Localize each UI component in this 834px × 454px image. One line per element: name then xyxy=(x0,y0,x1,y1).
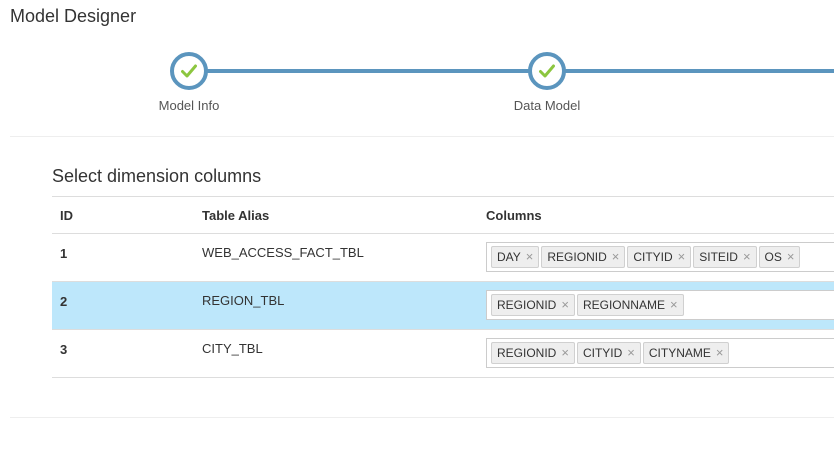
step-complete-icon xyxy=(170,52,208,90)
table-row[interactable]: 3 CITY_TBL REGIONID × CITYID × CITYNAME × xyxy=(52,329,834,378)
remove-tag-icon[interactable]: × xyxy=(627,345,635,360)
column-tag: REGIONID × xyxy=(491,342,575,364)
row-columns-cell: REGIONID × REGIONNAME × xyxy=(478,281,834,330)
header-id: ID xyxy=(52,196,194,234)
column-tag: DAY × xyxy=(491,246,540,268)
row-columns-cell: DAY × REGIONID × CITYID × SITEID × OS × xyxy=(478,233,834,282)
row-id: 1 xyxy=(52,233,194,282)
remove-tag-icon[interactable]: × xyxy=(561,297,569,312)
section-title: Select dimension columns xyxy=(52,166,262,186)
checkmark-icon xyxy=(539,64,555,78)
remove-tag-icon[interactable]: × xyxy=(743,249,751,264)
row-id: 2 xyxy=(52,281,194,330)
footer-divider xyxy=(10,417,834,418)
app-title: Model Designer xyxy=(10,6,137,26)
table-body: 1 WEB_ACCESS_FACT_TBL DAY × REGIONID × CITYID ×… xyxy=(52,233,834,378)
column-tag-label: REGIONID xyxy=(497,346,557,360)
column-tag-input[interactable]: REGIONID × CITYID × CITYNAME × xyxy=(486,338,834,368)
column-tag: SITEID × xyxy=(693,246,757,268)
table-row[interactable]: 1 WEB_ACCESS_FACT_TBL DAY × REGIONID × CITYID ×… xyxy=(52,233,834,282)
column-tag-input[interactable]: REGIONID × REGIONNAME × xyxy=(486,290,834,320)
remove-tag-icon[interactable]: × xyxy=(716,345,724,360)
step-complete-icon xyxy=(528,52,566,90)
row-table-alias: REGION_TBL xyxy=(194,281,478,330)
column-tag: REGIONID × xyxy=(541,246,626,268)
remove-tag-icon[interactable]: × xyxy=(678,249,686,264)
header-columns: Columns xyxy=(478,196,834,234)
column-tag-label: OS xyxy=(764,250,782,264)
wizard-steps: Model Info Data Model xyxy=(0,52,834,122)
row-table-alias: WEB_ACCESS_FACT_TBL xyxy=(194,233,478,282)
column-tag-label: DAY xyxy=(497,250,521,264)
column-tag: CITYID × xyxy=(576,342,641,364)
column-tag: OS × xyxy=(758,246,801,268)
column-tag-label: SITEID xyxy=(699,250,738,264)
step-model-info[interactable]: Model Info xyxy=(119,52,259,113)
dimension-table: ID Table Alias Columns 1 WEB_ACCESS_FACT_… xyxy=(52,196,834,378)
column-tag: REGIONNAME × xyxy=(576,294,684,316)
step-label: Data Model xyxy=(513,98,581,113)
column-tag-label: CITYID xyxy=(582,346,623,360)
column-tag-label: REGIONID xyxy=(497,298,557,312)
checkmark-icon xyxy=(181,64,197,78)
row-columns-cell: REGIONID × CITYID × CITYNAME × xyxy=(478,329,834,378)
column-tag: REGIONID × xyxy=(491,294,575,316)
table-header-row: ID Table Alias Columns xyxy=(52,196,834,234)
section-divider xyxy=(10,136,834,137)
column-tag: CITYID × xyxy=(627,246,692,268)
column-tag: CITYNAME × xyxy=(642,342,730,364)
remove-tag-icon[interactable]: × xyxy=(612,249,620,264)
table-row[interactable]: 2 REGION_TBL REGIONID × REGIONNAME × xyxy=(52,281,834,330)
column-tag-input[interactable]: DAY × REGIONID × CITYID × SITEID × OS × xyxy=(486,242,834,272)
column-tag-label: REGIONID xyxy=(547,250,607,264)
column-tag-label: CITYNAME xyxy=(648,346,711,360)
step-data-model[interactable]: Data Model xyxy=(477,52,617,113)
remove-tag-icon[interactable]: × xyxy=(526,249,534,264)
remove-tag-icon[interactable]: × xyxy=(787,249,795,264)
remove-tag-icon[interactable]: × xyxy=(561,345,569,360)
row-id: 3 xyxy=(52,329,194,378)
column-tag-label: CITYID xyxy=(633,250,673,264)
row-table-alias: CITY_TBL xyxy=(194,329,478,378)
column-tag-label: REGIONNAME xyxy=(582,298,665,312)
step-label: Model Info xyxy=(158,98,220,113)
remove-tag-icon[interactable]: × xyxy=(670,297,678,312)
header-table-alias: Table Alias xyxy=(194,196,478,234)
